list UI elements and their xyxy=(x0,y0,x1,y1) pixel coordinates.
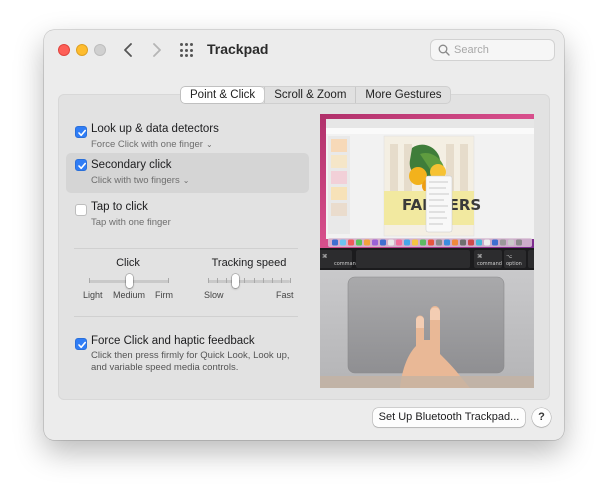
forward-button[interactable] xyxy=(146,39,168,61)
divider xyxy=(74,248,298,249)
option-tap-to-click[interactable]: Tap to click Tap with one finger xyxy=(66,198,309,238)
svg-text:⌥: ⌥ xyxy=(506,254,512,260)
chevron-right-icon xyxy=(153,43,161,57)
chevron-down-icon: ⌄ xyxy=(182,176,190,185)
chevron-left-icon xyxy=(124,43,132,57)
tracking-tick xyxy=(244,278,246,283)
window-title: Trackpad xyxy=(207,41,269,57)
tracking-tick xyxy=(253,278,255,283)
look-up-checkbox[interactable] xyxy=(75,126,87,138)
click-mid-label: Medium xyxy=(113,290,146,300)
setup-bluetooth-trackpad-button[interactable]: Set Up Bluetooth Trackpad... xyxy=(373,408,525,427)
tracking-max-label: Fast xyxy=(276,290,294,300)
help-button[interactable]: ? xyxy=(532,408,551,427)
back-button[interactable] xyxy=(117,39,139,61)
tap-to-click-subtitle: Tap with one finger xyxy=(91,217,171,228)
title-bar: Trackpad xyxy=(44,30,564,70)
tracking-slider-label: Tracking speed xyxy=(211,257,287,269)
svg-text:option: option xyxy=(506,261,522,267)
tab-bar: Point & Click Scroll & Zoom More Gesture… xyxy=(180,86,452,104)
look-up-label: Look up & data detectors xyxy=(91,123,219,135)
svg-text:⌘: ⌘ xyxy=(477,253,483,260)
tap-to-click-checkbox[interactable] xyxy=(75,204,87,216)
force-click-description: Click then press firmly for Quick Look, … xyxy=(91,350,290,373)
force-click-checkbox[interactable] xyxy=(75,338,87,350)
secondary-click-menu[interactable]: Click with two fingers ⌄ xyxy=(91,175,189,186)
search-input[interactable] xyxy=(454,42,550,58)
tracking-tick xyxy=(280,278,282,283)
tap-to-click-label: Tap to click xyxy=(91,201,148,213)
tab-scroll-zoom[interactable]: Scroll & Zoom xyxy=(264,87,355,103)
tracking-tick xyxy=(208,278,209,283)
look-up-menu[interactable]: Force Click with one finger ⌄ xyxy=(91,139,213,150)
click-min-label: Light xyxy=(83,290,103,300)
search-field[interactable] xyxy=(430,39,555,61)
chevron-down-icon: ⌄ xyxy=(205,140,213,149)
look-up-subtitle: Force Click with one finger xyxy=(91,139,203,150)
tracking-min-label: Slow xyxy=(204,290,224,300)
divider xyxy=(74,316,298,317)
secondary-click-checkbox[interactable] xyxy=(75,159,87,171)
minimize-button[interactable] xyxy=(76,44,88,56)
tracking-tick xyxy=(262,278,264,283)
close-button[interactable] xyxy=(58,44,70,56)
click-slider-label: Click xyxy=(116,257,140,269)
secondary-click-label: Secondary click xyxy=(91,159,172,171)
tab-point-click[interactable]: Point & Click xyxy=(181,87,265,103)
tracking-tick xyxy=(217,278,219,283)
tab-more-gestures[interactable]: More Gestures xyxy=(355,87,450,103)
tracking-slider-knob[interactable] xyxy=(231,274,239,288)
click-max-label: Firm xyxy=(155,290,173,300)
force-click-label: Force Click and haptic feedback xyxy=(91,335,255,347)
click-slider-knob[interactable] xyxy=(125,274,133,288)
zoom-button[interactable] xyxy=(94,44,106,56)
svg-text:⌘: ⌘ xyxy=(322,253,328,260)
trackpad-preview-illustration: FARMERS xyxy=(320,114,534,388)
tracking-tick xyxy=(271,278,273,283)
grid-icon[interactable] xyxy=(180,43,195,58)
tracking-tick xyxy=(290,278,291,283)
preferences-window: Trackpad Point & Click Scroll & Zoom Mor… xyxy=(44,30,564,440)
svg-text:command: command xyxy=(477,261,502,267)
secondary-click-subtitle: Click with two fingers xyxy=(91,175,180,186)
option-force-click[interactable]: Force Click and haptic feedback xyxy=(66,332,309,352)
tracking-tick xyxy=(226,278,228,283)
gesture-preview-video: FARMERS xyxy=(320,114,534,388)
svg-text:command: command xyxy=(334,261,359,267)
search-icon xyxy=(438,44,450,56)
option-secondary-click[interactable]: Secondary click Click with two fingers ⌄ xyxy=(66,153,309,193)
